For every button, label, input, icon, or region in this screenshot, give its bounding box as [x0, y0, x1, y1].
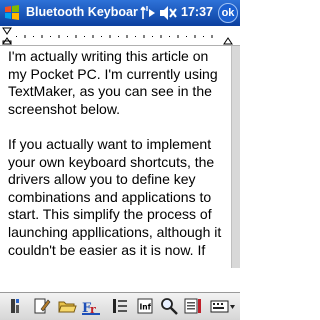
- ruler-tick: [92, 35, 94, 38]
- ruler-tick: [101, 36, 102, 37]
- document-line: If you actually want to implement: [8, 135, 212, 152]
- volume-muted-icon[interactable]: [159, 5, 177, 21]
- ruler-tick: [67, 36, 68, 37]
- document-line: I'm actually writing this article on: [8, 48, 209, 64]
- insert-icon[interactable]: Inf: [135, 296, 155, 316]
- keyboard-icon[interactable]: [210, 296, 236, 316]
- ruler-tick: [152, 36, 153, 37]
- ruler-tick: [58, 35, 60, 38]
- title-bar: Bluetooth Keyboar 17:37 ok: [0, 0, 240, 26]
- document-line: your own keyboard shortcuts, the: [8, 153, 215, 170]
- window-title: Bluetooth Keyboar: [26, 5, 138, 19]
- edit-menu-icon[interactable]: [32, 296, 52, 316]
- file-menu-icon[interactable]: [8, 296, 28, 316]
- bottom-toolbar: Fr Inf: [0, 292, 240, 320]
- ruler-tick: [118, 36, 119, 37]
- document-line: couldn't be easier as it is now. If: [8, 241, 206, 258]
- ruler-tick: [16, 36, 17, 37]
- document-line: combinations and applications to: [8, 188, 212, 205]
- ruler-tick: [109, 35, 111, 38]
- connectivity-icon[interactable]: [140, 5, 156, 21]
- ruler-tick: [169, 36, 170, 37]
- ruler-tick: [143, 35, 145, 38]
- open-folder-icon[interactable]: [57, 296, 77, 316]
- paragraph-format-icon[interactable]: [110, 296, 130, 316]
- ruler-tick: [41, 35, 43, 38]
- ruler-tick: [186, 36, 187, 37]
- ruler-tick: [194, 35, 196, 38]
- document-line: launching appllications, although it: [8, 223, 222, 240]
- ruler-tick: [84, 36, 85, 37]
- ruler-tick: [50, 36, 51, 37]
- ruler-tick: [160, 35, 162, 38]
- document-line: you press the Windows key the: [8, 259, 237, 262]
- vertical-scrollbar[interactable]: [231, 46, 240, 268]
- ruler-tick: [135, 36, 136, 37]
- document-line: start. This simplify the process of: [8, 206, 212, 223]
- ruler[interactable]: [0, 26, 240, 46]
- ruler-tick: [75, 35, 77, 38]
- document-line: screenshot below.: [8, 100, 121, 117]
- ok-button[interactable]: ok: [218, 3, 238, 23]
- windows-start-icon[interactable]: [3, 4, 21, 22]
- font-format-icon[interactable]: Fr: [81, 296, 101, 316]
- ruler-tick: [33, 36, 34, 37]
- ruler-tick: [126, 35, 128, 38]
- document-view-icon[interactable]: [183, 296, 203, 316]
- document-body[interactable]: I'm actually writing this article on my P…: [8, 48, 237, 262]
- ruler-tick: [177, 35, 179, 38]
- ruler-tick: [203, 36, 204, 37]
- ruler-tick: [24, 35, 26, 38]
- document-line: TextMaker, as you can see in the: [8, 83, 212, 100]
- clock[interactable]: 17:37: [181, 5, 213, 19]
- find-icon[interactable]: [159, 296, 179, 316]
- document-line: my Pocket PC. I'm currently using: [8, 65, 218, 82]
- ruler-tick: [211, 35, 213, 38]
- svg-text:Inf: Inf: [140, 303, 152, 312]
- document-line: drivers allow you to define key: [8, 171, 196, 188]
